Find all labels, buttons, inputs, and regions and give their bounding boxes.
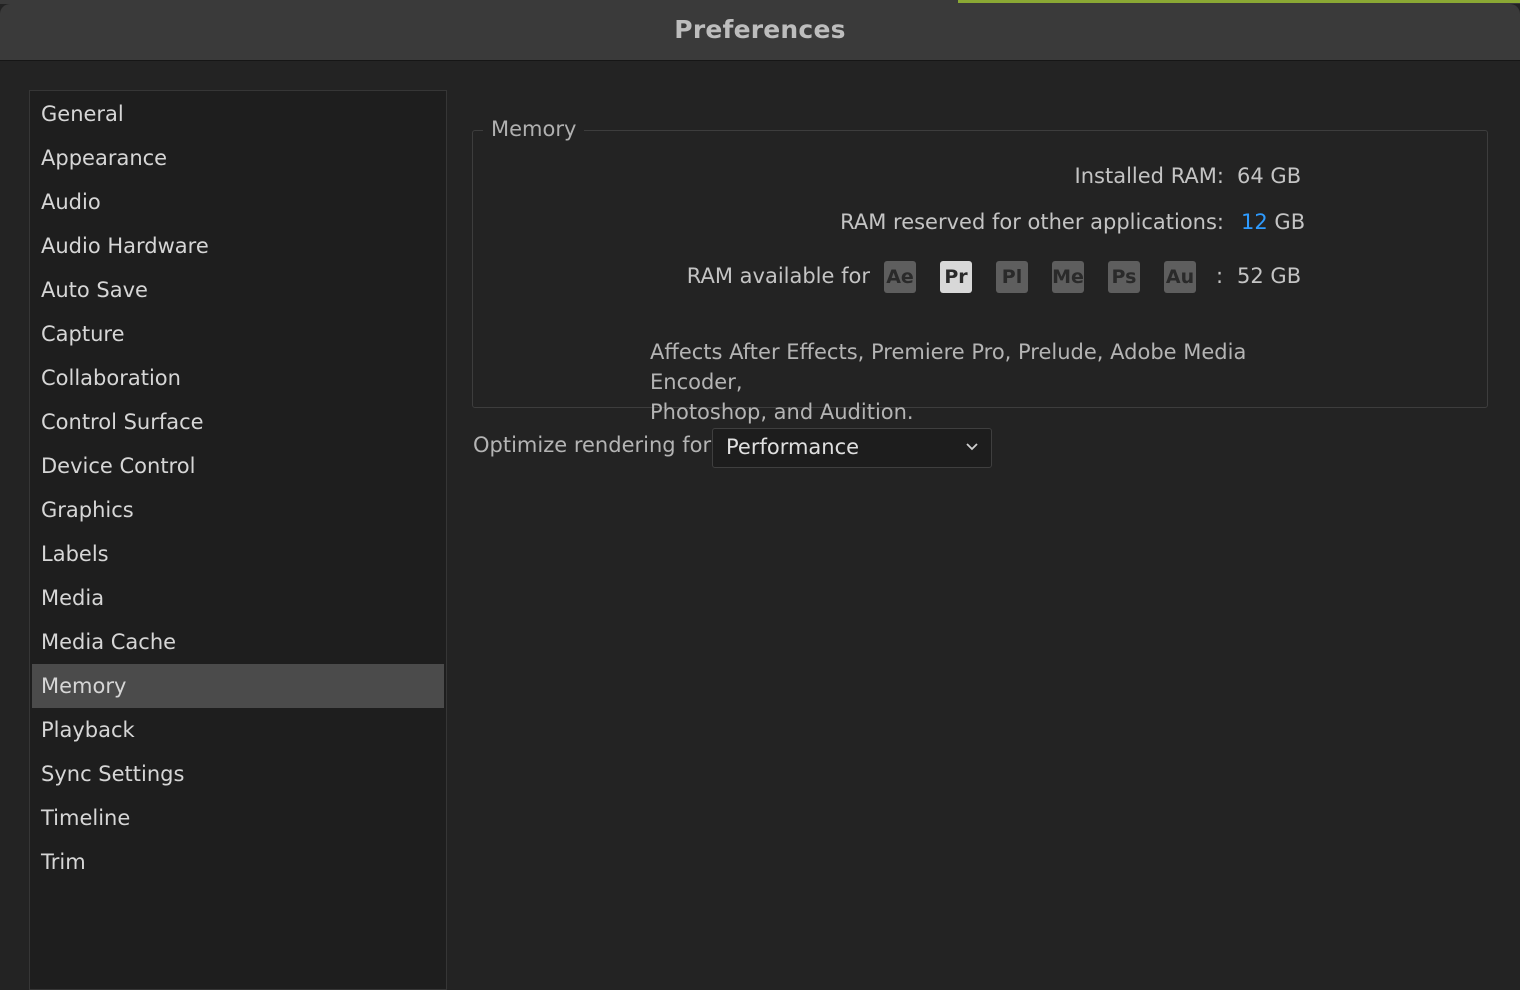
window-title: Preferences <box>674 15 846 44</box>
preferences-sidebar: General Appearance Audio Audio Hardware … <box>29 90 447 990</box>
memory-note-line-2: Photoshop, and Audition. <box>650 400 914 424</box>
available-colon: : <box>1216 264 1224 288</box>
sidebar-item-timeline[interactable]: Timeline <box>32 796 444 840</box>
sidebar-item-graphics[interactable]: Graphics <box>32 488 444 532</box>
app-badge-ae: Ae <box>884 261 916 293</box>
sidebar-item-control-surface[interactable]: Control Surface <box>32 400 444 444</box>
sidebar-item-capture[interactable]: Capture <box>32 312 444 356</box>
installed-ram-number: 64 <box>1237 164 1264 188</box>
sidebar-item-general[interactable]: General <box>32 92 444 136</box>
sidebar-item-audio[interactable]: Audio <box>32 180 444 224</box>
reserved-ram-unit: GB <box>1274 210 1306 234</box>
sidebar-item-collaboration[interactable]: Collaboration <box>32 356 444 400</box>
chevron-down-icon <box>966 443 978 451</box>
app-badge-ps: Ps <box>1108 261 1140 293</box>
sidebar-item-auto-save[interactable]: Auto Save <box>32 268 444 312</box>
available-ram-value: 52 GB <box>1237 264 1301 288</box>
sidebar-item-trim[interactable]: Trim <box>32 840 444 884</box>
sidebar-item-memory[interactable]: Memory <box>32 664 444 708</box>
reserved-ram-number[interactable]: 12 <box>1241 210 1268 234</box>
app-badge-pl: Pl <box>996 261 1028 293</box>
available-ram-unit: GB <box>1270 264 1302 288</box>
memory-group: Memory Installed RAM: 64 GB RAM reserved… <box>472 117 1488 424</box>
sidebar-item-appearance[interactable]: Appearance <box>32 136 444 180</box>
memory-note: Affects After Effects, Premiere Pro, Pre… <box>650 337 1310 427</box>
reserved-ram-value: 12 GB <box>1241 210 1305 234</box>
ram-available-label: RAM available for <box>686 264 870 288</box>
memory-note-line-1: Affects After Effects, Premiere Pro, Pre… <box>650 340 1247 394</box>
reserved-ram-label: RAM reserved for other applications: <box>840 210 1224 234</box>
sidebar-item-device-control[interactable]: Device Control <box>32 444 444 488</box>
available-ram-number: 52 <box>1237 264 1264 288</box>
sidebar-item-audio-hardware[interactable]: Audio Hardware <box>32 224 444 268</box>
installed-ram-unit: GB <box>1270 164 1302 188</box>
optimize-rendering-value: Performance <box>726 435 860 459</box>
sidebar-item-sync-settings[interactable]: Sync Settings <box>32 752 444 796</box>
sidebar-item-labels[interactable]: Labels <box>32 532 444 576</box>
app-badge-me: Me <box>1052 261 1084 293</box>
app-badge-au: Au <box>1164 261 1196 293</box>
sidebar-item-playback[interactable]: Playback <box>32 708 444 752</box>
installed-ram-value: 64 GB <box>1237 164 1301 188</box>
optimize-rendering-dropdown[interactable]: Performance <box>712 428 992 468</box>
sidebar-item-media[interactable]: Media <box>32 576 444 620</box>
preferences-content: General Appearance Audio Audio Hardware … <box>0 61 1520 990</box>
installed-ram-label: Installed RAM: <box>1074 164 1224 188</box>
app-badge-pr: Pr <box>940 261 972 293</box>
background-window-edge <box>958 0 1520 3</box>
title-bar: Preferences <box>0 4 1520 61</box>
sidebar-item-media-cache[interactable]: Media Cache <box>32 620 444 664</box>
optimize-rendering-label: Optimize rendering for: <box>473 433 718 457</box>
memory-group-legend: Memory <box>483 117 585 141</box>
